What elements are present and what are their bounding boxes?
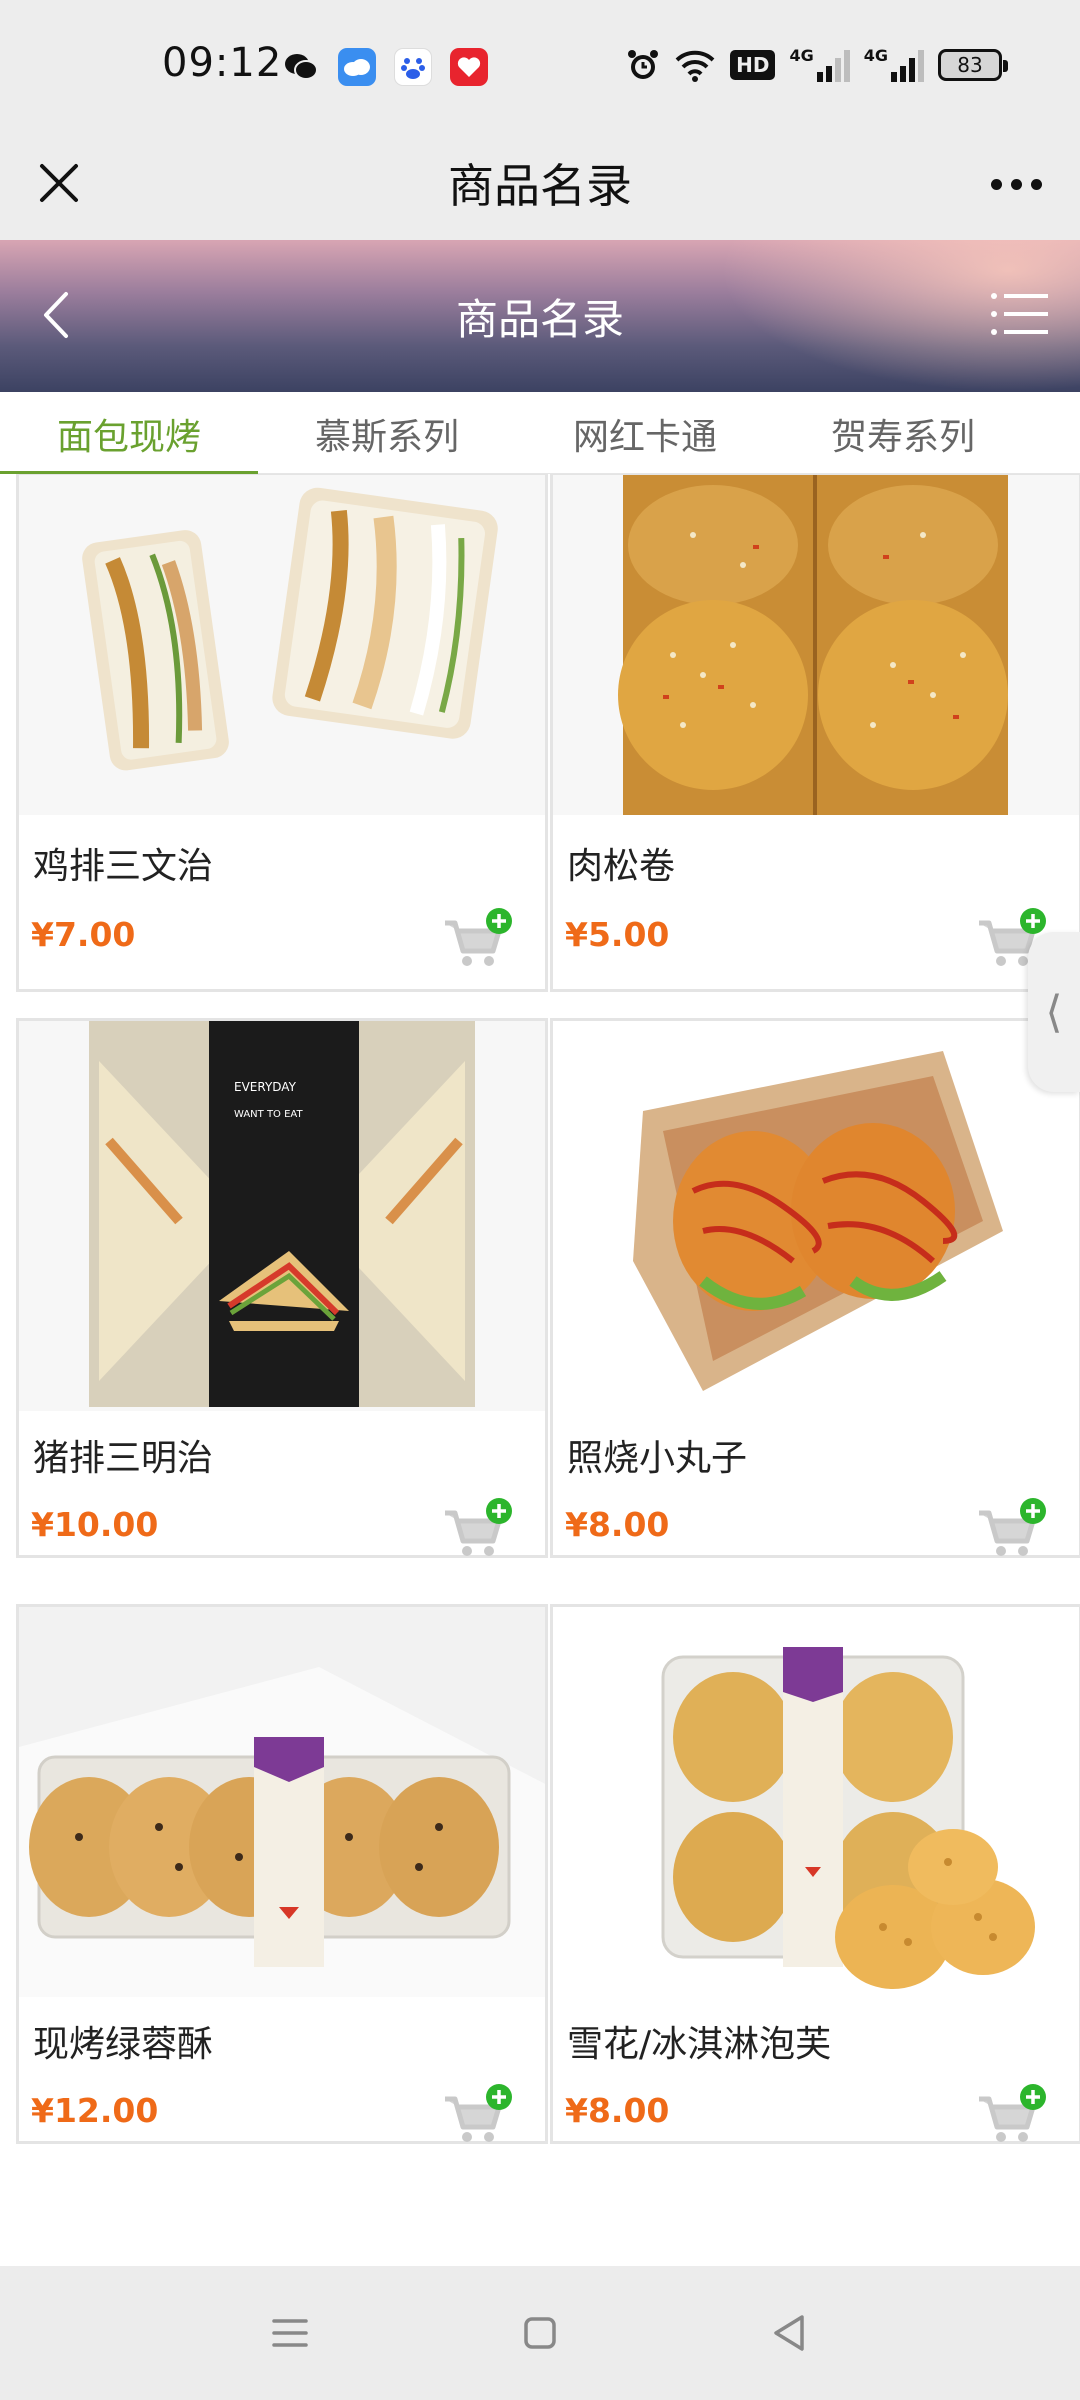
product-image[interactable]: [19, 1607, 545, 1997]
app-icon: [450, 48, 488, 86]
wechat-icon: [282, 48, 320, 86]
battery-icon: 83: [938, 46, 1008, 84]
product-image[interactable]: [19, 475, 545, 815]
product-card[interactable]: 鸡排三文治 ¥7.00: [16, 474, 548, 992]
product-price: ¥8.00: [565, 1505, 670, 1544]
product-price: ¥12.00: [31, 2091, 159, 2130]
system-nav-bar: [0, 2266, 1080, 2400]
status-app-icons: [282, 48, 488, 86]
product-image[interactable]: [553, 1021, 1079, 1411]
product-price: ¥5.00: [565, 915, 670, 954]
product-price: ¥10.00: [31, 1505, 159, 1544]
product-name[interactable]: 雪花/冰淇淋泡芙: [567, 2015, 831, 2067]
product-image[interactable]: [553, 1607, 1079, 1997]
page-title: 商品名录: [455, 295, 624, 344]
status-indicators: HD 4G 4G 83: [626, 46, 1008, 84]
wechat-title: 商品名录: [448, 159, 632, 213]
add-to-cart-icon[interactable]: [975, 1497, 1049, 1561]
wifi-icon: [674, 46, 716, 84]
product-price: ¥8.00: [565, 2091, 670, 2130]
product-name[interactable]: 现烤绿蓉酥: [33, 2015, 213, 2067]
page-header: 商品名录: [0, 240, 1080, 392]
add-to-cart-icon[interactable]: [441, 2083, 515, 2147]
add-to-cart-icon[interactable]: [441, 907, 515, 971]
status-bar: 09:12 HD 4G 4G 83: [0, 0, 1080, 130]
product-card[interactable]: 肉松卷 ¥5.00: [550, 474, 1080, 992]
back-nav-icon[interactable]: [760, 2303, 820, 2363]
product-card[interactable]: 照烧小丸子 ¥8.00: [550, 1018, 1080, 1558]
add-to-cart-icon[interactable]: [441, 1497, 515, 1561]
product-name[interactable]: 肉松卷: [567, 837, 675, 889]
hd-badge: HD: [730, 46, 776, 84]
product-card[interactable]: EVERYDAY WANT TO EAT 猪排三明治 ¥10.00: [16, 1018, 548, 1558]
product-card[interactable]: 雪花/冰淇淋泡芙 ¥8.00: [550, 1604, 1080, 2144]
signal-icon-2: 4G: [864, 46, 924, 84]
product-name[interactable]: 照烧小丸子: [567, 1429, 747, 1481]
home-nav-icon[interactable]: [510, 2303, 570, 2363]
product-name[interactable]: 猪排三明治: [33, 1429, 213, 1481]
category-tabs: 面包现烤 慕斯系列 网红卡通 贺寿系列: [0, 392, 1080, 474]
list-menu-icon[interactable]: [984, 284, 1056, 344]
product-grid: 鸡排三文治 ¥7.00 肉松卷 ¥5.00 EVERYDAY WANT TO E…: [0, 474, 1080, 2266]
tab-mousse[interactable]: 慕斯系列: [258, 392, 516, 473]
tab-birthday[interactable]: 贺寿系列: [774, 392, 1032, 473]
tab-cartoon[interactable]: 网红卡通: [516, 392, 774, 473]
svg-text:WANT TO EAT: WANT TO EAT: [234, 1109, 303, 1120]
side-drawer-handle[interactable]: ⟨: [1028, 932, 1080, 1092]
menu-nav-icon[interactable]: [260, 2303, 320, 2363]
add-to-cart-icon[interactable]: [975, 2083, 1049, 2147]
svg-text:EVERYDAY: EVERYDAY: [234, 1080, 297, 1094]
alarm-icon: [626, 46, 660, 84]
more-icon[interactable]: [980, 158, 1052, 210]
weather-icon: [338, 48, 376, 86]
tab-bread[interactable]: 面包现烤: [0, 392, 258, 474]
product-image[interactable]: EVERYDAY WANT TO EAT: [19, 1021, 545, 1411]
signal-icon-1: 4G: [789, 46, 850, 84]
product-name[interactable]: 鸡排三文治: [33, 837, 213, 889]
wechat-title-bar: 商品名录: [0, 130, 1080, 240]
product-image[interactable]: [553, 475, 1079, 815]
product-card[interactable]: 现烤绿蓉酥 ¥12.00: [16, 1604, 548, 2144]
baidu-icon: [394, 48, 432, 86]
product-price: ¥7.00: [31, 915, 136, 954]
status-time: 09:12: [162, 40, 283, 86]
